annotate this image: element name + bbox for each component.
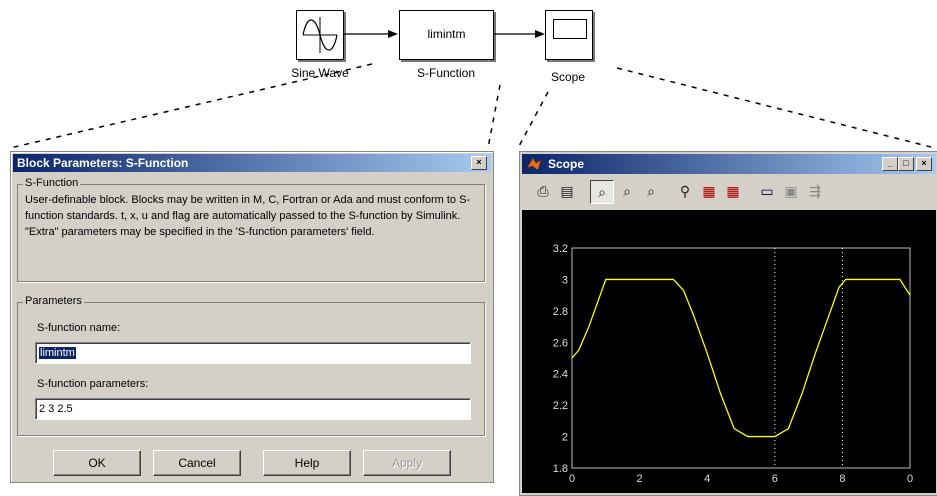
s-function-parameters-value: 2 3 2.5	[39, 403, 73, 415]
y-tick-label: 2.2	[553, 400, 568, 412]
save-axes-icon[interactable]: ▦	[698, 180, 720, 202]
floating-scope-icon[interactable]: ▭	[756, 180, 778, 202]
matlab-logo-icon	[526, 156, 542, 172]
help-button[interactable]: Help	[263, 450, 351, 476]
scope-plot-area[interactable]: 1.8 2 2.2 2.4 2.6 2.8 3 3.2 0 2 4 6 8 0	[522, 210, 936, 493]
ok-button[interactable]: OK	[53, 450, 141, 476]
sine-to-sfunction-arrow	[388, 30, 398, 38]
s-function-name-value: limintm	[39, 347, 76, 359]
series-line-0	[571, 278, 911, 438]
sfunction-to-scope-arrow	[535, 30, 545, 38]
zoom-x-icon[interactable]: ⌕	[616, 180, 638, 202]
s-function-group-title: S-Function	[23, 177, 81, 189]
x-tick-label: 4	[704, 473, 710, 485]
dialog-title-bar[interactable]: Block Parameters: S-Function ×	[13, 154, 491, 172]
zoom-icon[interactable]: ⌕	[590, 180, 614, 204]
y-tick-label: 3	[562, 274, 568, 286]
x-tick-label: 8	[839, 473, 845, 485]
s-function-parameters-field[interactable]: 2 3 2.5	[35, 398, 471, 420]
x-tick-label: 2	[637, 473, 643, 485]
zoom-y-icon[interactable]: ⌕	[640, 180, 662, 202]
y-tick-label: 2.8	[553, 306, 568, 318]
s-function-name-label: S-function name:	[37, 322, 121, 334]
x-tick-label: 6	[772, 473, 778, 485]
s-function-description: User-definable block. Blocks may be writ…	[25, 194, 471, 238]
s-function-parameters-label: S-function parameters:	[37, 378, 149, 390]
scope-plot: 1.8 2 2.2 2.4 2.6 2.8 3 3.2 0 2 4 6 8 0	[553, 243, 913, 485]
minimize-icon[interactable]: _	[882, 157, 898, 171]
y-tick-label: 2.6	[553, 337, 568, 349]
block-parameters-dialog: Block Parameters: S-Function × S-Functio…	[10, 151, 494, 483]
x-tick-label: 0	[569, 473, 575, 485]
scope-title: Scope	[548, 157, 585, 171]
autoscale-icon[interactable]: ⚲	[674, 180, 696, 202]
x-tick-label: 0	[907, 473, 913, 485]
signal-selector-icon[interactable]: ⇶	[804, 180, 826, 202]
scope-window: Scope _ □ × ⎙ ▤ ⌕ ⌕ ⌕ ⚲ ▦ ▦ ▭ ▣ ⇶ 1.8 2 2.…	[519, 151, 937, 496]
scope-toolbar: ⎙ ▤ ⌕ ⌕ ⌕ ⚲ ▦ ▦ ▭ ▣ ⇶	[522, 176, 936, 206]
y-tick-label: 3.2	[553, 243, 568, 255]
dialog-title: Block Parameters: S-Function	[17, 156, 189, 170]
dialog-close-icon[interactable]: ×	[471, 156, 487, 170]
cancel-button[interactable]: Cancel	[153, 450, 241, 476]
maximize-icon[interactable]: □	[898, 157, 914, 171]
parameters-icon[interactable]: ▤	[556, 180, 578, 202]
diagram-connections	[9, 30, 936, 149]
close-icon[interactable]: ×	[916, 157, 932, 171]
restore-axes-icon[interactable]: ▦	[722, 180, 744, 202]
print-icon[interactable]: ⎙	[532, 180, 554, 202]
y-tick-label: 1.8	[553, 463, 568, 475]
scope-title-bar[interactable]: Scope _ □ ×	[522, 154, 936, 174]
s-function-name-field[interactable]: limintm	[35, 342, 471, 364]
plot-frame	[571, 247, 911, 469]
parameters-group-title: Parameters	[23, 295, 84, 307]
y-tick-label: 2.4	[553, 369, 568, 381]
y-tick-label: 2	[562, 432, 568, 444]
lock-axes-icon[interactable]: ▣	[780, 180, 802, 202]
apply-button[interactable]: Apply	[363, 450, 451, 476]
